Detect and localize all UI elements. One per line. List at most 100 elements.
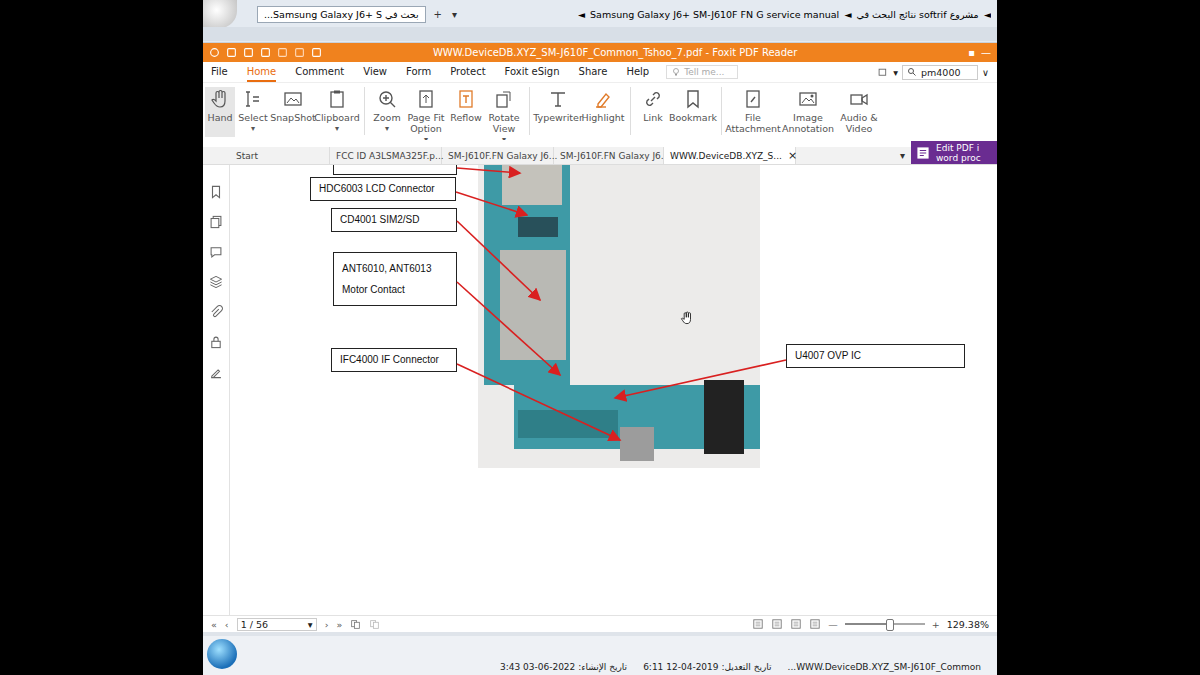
quick-access-icon bbox=[243, 47, 254, 58]
edit-pdf-icon bbox=[915, 145, 931, 161]
ribbon-button[interactable]: Select▾ bbox=[235, 87, 271, 137]
attachment-icon bbox=[209, 305, 223, 319]
window-control[interactable]: ▪ bbox=[968, 47, 975, 58]
menu-tab[interactable]: Share bbox=[579, 63, 608, 82]
explorer-bar: ...Samsung Galaxy J6+ S بحث في + ▾ ◄ نتائج ا… bbox=[203, 0, 997, 27]
ribbon-label: Audio & Video bbox=[837, 112, 881, 134]
title-bar: WWW.DeviceDB.XYZ_SM-J610F_Common_Tshoo_7… bbox=[203, 43, 997, 62]
ribbon-label: Typewriter bbox=[533, 112, 583, 123]
next-page-button[interactable]: › bbox=[325, 619, 329, 630]
bookmark-icon bbox=[209, 185, 223, 199]
zoom-fill bbox=[845, 623, 890, 625]
callout-label: CD4001 SIM2/SD bbox=[331, 208, 457, 232]
document-tab[interactable]: SM-J610F.FN Galaxy J6... bbox=[554, 147, 664, 164]
ribbon-tool-icon bbox=[643, 89, 663, 109]
search-area: ▾ pm4000 ∨ bbox=[878, 65, 997, 80]
breadcrumb-separator: ◄ bbox=[984, 9, 991, 20]
ribbon-button[interactable]: Typewriter▾ bbox=[535, 87, 581, 137]
ribbon-label: Link bbox=[643, 112, 662, 123]
zoom-slider[interactable] bbox=[845, 623, 925, 625]
tabs-menu-button[interactable]: ▾ bbox=[900, 147, 911, 164]
menu-bar: File Home Comment View Form Protect Foxit eSig… bbox=[203, 62, 997, 83]
ribbon-button[interactable]: Rotate View▾ bbox=[484, 87, 524, 148]
menu-tab[interactable]: Form bbox=[406, 63, 431, 82]
zoom-in-button[interactable]: + bbox=[932, 619, 940, 630]
document-tab[interactable]: FCC ID A3LSMA325F.p... bbox=[330, 147, 442, 164]
menu-tab[interactable]: Home bbox=[247, 63, 277, 82]
pages-icon bbox=[209, 215, 223, 229]
menu-tab[interactable]: View bbox=[363, 63, 387, 82]
quick-access-icon bbox=[294, 47, 305, 58]
ribbon-label: Image Annotation bbox=[779, 112, 837, 134]
ribbon-label: Rotate View bbox=[484, 112, 524, 134]
first-page-button[interactable]: « bbox=[211, 619, 217, 630]
start-orb-icon[interactable] bbox=[207, 639, 237, 669]
callout-text: HDC6003 LCD Connector bbox=[319, 182, 447, 196]
ribbon-button[interactable]: Zoom▾ bbox=[370, 87, 404, 137]
window-control[interactable]: — bbox=[981, 47, 991, 58]
ribbon-button[interactable]: Reflow▾ bbox=[448, 87, 484, 137]
document-tab-label: SM-J610F.FN Galaxy J6... bbox=[448, 151, 557, 161]
search-toggle[interactable]: ▾ bbox=[893, 67, 898, 78]
callout-box bbox=[333, 165, 457, 175]
thumbnails-icon bbox=[809, 618, 821, 630]
dropdown-mark: ▾ bbox=[251, 123, 255, 134]
menu-tab[interactable]: File bbox=[211, 63, 228, 82]
callout-label: U4007 OVP IC bbox=[786, 344, 965, 368]
ribbon-button[interactable]: Hand▾ bbox=[205, 87, 235, 137]
ribbon-button[interactable]: Image Annotation▾ bbox=[779, 87, 837, 148]
ribbon-label: Page Fit Option bbox=[404, 112, 448, 134]
previous-view-icon bbox=[350, 619, 361, 630]
explorer-header: ...Samsung Galaxy J6+ S بحث في + ▾ ◄ نتائج ا… bbox=[203, 0, 997, 43]
ribbon-button[interactable]: Page Fit Option▾ bbox=[404, 87, 448, 148]
document-tab[interactable]: Start bbox=[230, 147, 330, 164]
page-field[interactable]: 1 / 56▾ bbox=[237, 618, 317, 631]
callout-text: U4007 OVP IC bbox=[795, 349, 956, 363]
search-tab[interactable]: ...Samsung Galaxy J6+ S بحث في bbox=[257, 6, 426, 23]
document-tab[interactable]: SM-J610F.FN Galaxy J6... bbox=[442, 147, 554, 164]
last-page-button[interactable]: » bbox=[336, 619, 342, 630]
ribbon-tool-icon bbox=[327, 89, 347, 109]
zoom-controls: —+129.38% bbox=[752, 618, 989, 630]
zoom-knob[interactable] bbox=[886, 619, 894, 631]
zoom-out-button[interactable]: — bbox=[828, 619, 838, 630]
ribbon-button[interactable]: Clipboard▾ bbox=[315, 87, 359, 137]
callout-label: HDC6003 LCD Connector bbox=[310, 177, 456, 201]
ribbon-button[interactable]: SnapShot▾ bbox=[271, 87, 315, 137]
ribbon-button[interactable]: File Attachment▾ bbox=[727, 87, 779, 148]
tell-me-field[interactable]: Tell me... bbox=[666, 65, 738, 79]
dropdown-mark: ▾ bbox=[335, 123, 339, 134]
quick-access-icon bbox=[277, 47, 288, 58]
menu-tab[interactable]: Protect bbox=[450, 63, 485, 82]
edit-pdf-promo[interactable]: Edit PDF iword proc bbox=[911, 141, 997, 164]
ribbon-button[interactable]: Audio & Video▾ bbox=[837, 87, 881, 148]
document-tab[interactable]: WWW.DeviceDB.XYZ_S...× bbox=[664, 147, 796, 164]
menu-tab[interactable]: Foxit eSign bbox=[505, 63, 560, 82]
new-tab-button[interactable]: + bbox=[432, 9, 444, 20]
view-icon bbox=[878, 67, 889, 78]
modified-date: تاريخ التعديل: 2019-04-12 6:11 bbox=[643, 662, 771, 672]
comments-icon bbox=[209, 245, 223, 259]
quick-access-icon bbox=[311, 47, 322, 58]
search-menu[interactable]: ∨ bbox=[982, 67, 989, 78]
hand-cursor-icon bbox=[680, 311, 694, 325]
menu-tab[interactable]: Comment bbox=[295, 63, 344, 82]
explorer-toolbar bbox=[203, 27, 997, 41]
status-bar: «‹1 / 56▾›»—+129.38% bbox=[203, 615, 997, 632]
tab-close-button[interactable]: × bbox=[788, 149, 797, 162]
breadcrumb-item[interactable]: Samsung Galaxy J6+ SM-J610F FN G service… bbox=[590, 9, 839, 20]
promo-text: Edit PDF iword proc bbox=[936, 143, 981, 163]
prev-page-button[interactable]: ‹ bbox=[225, 619, 229, 630]
ribbon: Hand▾Select▾SnapShot▾Clipboard▾ Zoom▾Page… bbox=[203, 83, 997, 140]
ribbon-button[interactable]: Bookmark▾ bbox=[670, 87, 716, 137]
ribbon-gap bbox=[203, 140, 997, 147]
main-area: HDC6003 LCD ConnectorCD4001 SIM2/SDANT60… bbox=[203, 165, 997, 615]
layers-icon bbox=[209, 275, 223, 289]
tab-menu-button[interactable]: ▾ bbox=[450, 9, 459, 20]
search-field[interactable]: pm4000 bbox=[902, 65, 978, 80]
ribbon-button[interactable]: Link▾ bbox=[636, 87, 670, 137]
security-icon bbox=[209, 335, 223, 349]
breadcrumb-item[interactable]: نتائج البحث في softrif مشروع bbox=[856, 9, 978, 20]
menu-tab[interactable]: Help bbox=[626, 63, 649, 82]
ribbon-button[interactable]: Highlight▾ bbox=[581, 87, 625, 137]
